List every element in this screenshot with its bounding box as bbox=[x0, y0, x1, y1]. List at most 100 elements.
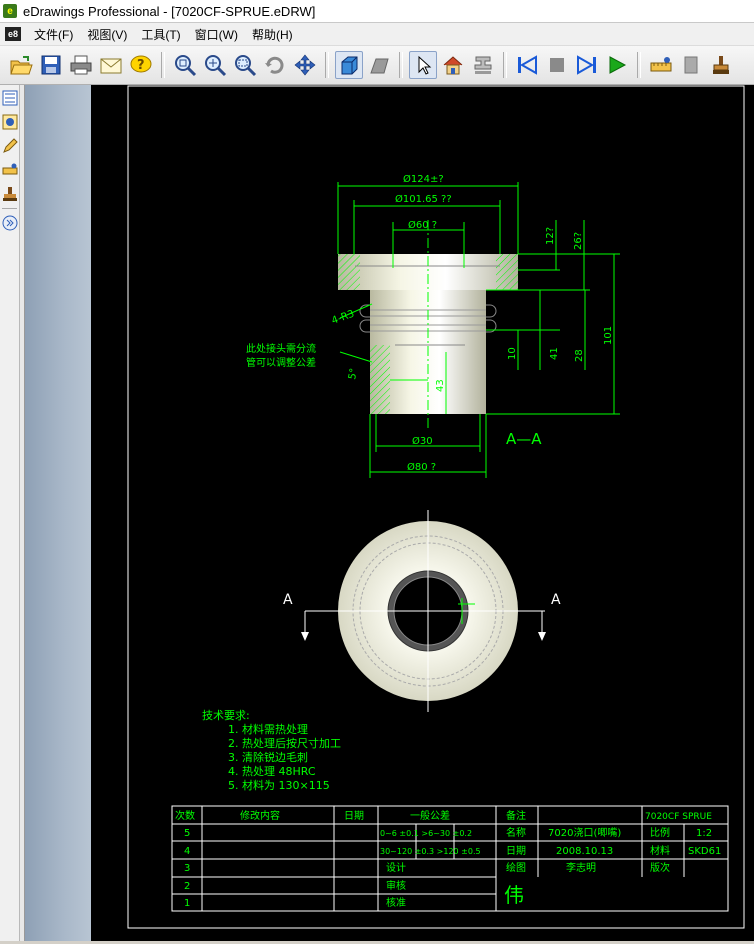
app-logo-icon: e bbox=[3, 4, 17, 18]
tb-part-number: 7020CF SPRUE bbox=[645, 812, 712, 822]
dim-v5: 28 bbox=[574, 349, 585, 362]
next-frame-icon[interactable] bbox=[573, 51, 601, 79]
measure-icon[interactable] bbox=[647, 51, 675, 79]
pan-icon[interactable] bbox=[291, 51, 319, 79]
tb-row1-num: 1 bbox=[184, 898, 190, 909]
help-icon[interactable]: ? bbox=[127, 51, 155, 79]
note-4: 4. 热处理 48HRC bbox=[228, 765, 316, 778]
tb-row3-num: 3 bbox=[184, 863, 190, 874]
tb-row4-tol: 30~120 ±0.3 >120 ±0.5 bbox=[380, 847, 481, 856]
technical-notes: 技术要求: 1. 材料需热处理 2. 热处理后按尺寸加工 3. 清除锐边毛刺 4… bbox=[202, 709, 341, 792]
dim-chamfer: 4-R3 bbox=[330, 309, 356, 327]
callout-line-1: 此处接头需分流 bbox=[246, 342, 316, 355]
markup-icon[interactable] bbox=[1, 135, 18, 157]
dim-body-diameter: Ø80 ? bbox=[407, 461, 436, 473]
toolbar: ? bbox=[0, 46, 754, 85]
tb-label-drawn: 绘图 bbox=[506, 861, 526, 874]
tb-header-remark: 备注 bbox=[506, 809, 526, 822]
tb-row5-num: 5 bbox=[184, 828, 190, 839]
callout-line-2: 管可以调整公差 bbox=[246, 356, 316, 369]
dim-v2: 26? bbox=[573, 232, 584, 250]
company-logo-icon: 伟 bbox=[504, 883, 524, 907]
tb-label-material: 材料 bbox=[650, 844, 670, 857]
menu-window[interactable]: 窗口(W) bbox=[188, 26, 245, 43]
toolbar-separator bbox=[325, 52, 329, 78]
menu-tools[interactable]: 工具(T) bbox=[134, 26, 187, 43]
top-view bbox=[301, 510, 546, 712]
zoom-to-fit-icon[interactable] bbox=[171, 51, 199, 79]
section-mark-right: A bbox=[551, 592, 561, 608]
dim-inner-diameter: Ø30 bbox=[412, 435, 433, 447]
home-icon[interactable] bbox=[439, 51, 467, 79]
expand-icon[interactable] bbox=[1, 212, 18, 234]
tb-part-name: 7020浇口(唧嘴) bbox=[548, 826, 621, 839]
tb-row4-num: 4 bbox=[184, 846, 190, 857]
dim-v1: 12? bbox=[545, 227, 556, 245]
dim-bore-diameter: Ø60 ? bbox=[408, 219, 437, 231]
tb-header-content: 修改内容 bbox=[240, 809, 280, 822]
viewport-margin bbox=[25, 85, 91, 941]
menu-file[interactable]: 文件(F) bbox=[27, 26, 80, 43]
notes-title: 技术要求: bbox=[202, 709, 250, 722]
note-2: 2. 热处理后按尺寸加工 bbox=[228, 736, 341, 750]
tb-drawn-by: 李志明 bbox=[566, 861, 596, 874]
dim-flange-diameter: Ø101.65 ?? bbox=[395, 193, 452, 205]
open-icon[interactable] bbox=[7, 51, 35, 79]
section-icon[interactable] bbox=[469, 51, 497, 79]
tb-header-tolerance: 一般公差 bbox=[410, 809, 450, 822]
drawing-canvas[interactable]: Ø124±? Ø101.65 ?? Ø60 ? Ø30 Ø80 ? 12? 26… bbox=[91, 85, 754, 941]
dim-total-height: 101 bbox=[603, 326, 614, 345]
stamp-icon[interactable] bbox=[707, 51, 735, 79]
tb-date-value: 2008.10.13 bbox=[556, 846, 613, 857]
left-sidebar bbox=[0, 85, 20, 941]
measure-icon[interactable] bbox=[1, 159, 18, 181]
shaded-icon[interactable] bbox=[335, 51, 363, 79]
sidebar-separator bbox=[2, 208, 17, 209]
dim-v4: 41 bbox=[549, 347, 560, 360]
dim-outer-diameter: Ø124±? bbox=[403, 173, 444, 185]
section-label: A—A bbox=[506, 430, 542, 448]
stamp-icon[interactable] bbox=[1, 183, 18, 205]
tb-label-check: 审核 bbox=[386, 879, 406, 892]
tb-header-rev: 次数 bbox=[175, 809, 195, 822]
sheet-border bbox=[127, 85, 745, 929]
svg-text:?: ? bbox=[137, 58, 145, 73]
tb-scale-value: 1:2 bbox=[696, 828, 712, 839]
dim-angle: 5° bbox=[347, 367, 360, 380]
toolbar-separator bbox=[637, 52, 641, 78]
stop-icon[interactable] bbox=[543, 51, 571, 79]
menu-bar: e8 文件(F) 视图(V) 工具(T) 窗口(W) 帮助(H) bbox=[0, 23, 754, 46]
tb-label-design: 设计 bbox=[386, 861, 406, 874]
tb-label-scale: 比例 bbox=[650, 826, 670, 839]
tb-label-name: 名称 bbox=[506, 826, 526, 839]
tb-material-value: SKD61 bbox=[688, 846, 721, 857]
configurations-icon[interactable] bbox=[1, 111, 18, 133]
note-1: 1. 材料需热处理 bbox=[228, 722, 308, 736]
title-bar: e eDrawings Professional - [7020CF-SPRUE… bbox=[0, 0, 754, 23]
sheet-tree-icon[interactable] bbox=[1, 87, 18, 109]
menu-view[interactable]: 视图(V) bbox=[80, 26, 134, 43]
select-icon[interactable] bbox=[409, 51, 437, 79]
note-3: 3. 清除锐边毛刺 bbox=[228, 750, 308, 764]
perspective-icon[interactable] bbox=[365, 51, 393, 79]
dim-v7: 43 bbox=[435, 379, 446, 392]
rotate-icon[interactable] bbox=[261, 51, 289, 79]
zoom-in-out-icon[interactable] bbox=[201, 51, 229, 79]
section-view bbox=[338, 220, 518, 430]
section-mark-left: A bbox=[283, 592, 293, 608]
mark-icon[interactable] bbox=[677, 51, 705, 79]
play-icon[interactable] bbox=[603, 51, 631, 79]
zoom-area-icon[interactable] bbox=[231, 51, 259, 79]
document-menu-icon[interactable]: e8 bbox=[5, 27, 21, 41]
tb-label-approve: 核准 bbox=[386, 896, 406, 909]
print-icon[interactable] bbox=[67, 51, 95, 79]
tb-header-date: 日期 bbox=[344, 810, 364, 822]
note-5: 5. 材料为 130×115 bbox=[228, 778, 330, 792]
first-frame-icon[interactable] bbox=[513, 51, 541, 79]
tb-label-date: 日期 bbox=[506, 845, 526, 857]
email-icon[interactable] bbox=[97, 51, 125, 79]
tb-label-revision: 版次 bbox=[650, 861, 670, 874]
dim-v3: 10 bbox=[507, 347, 518, 360]
menu-help[interactable]: 帮助(H) bbox=[245, 26, 300, 43]
save-icon[interactable] bbox=[37, 51, 65, 79]
